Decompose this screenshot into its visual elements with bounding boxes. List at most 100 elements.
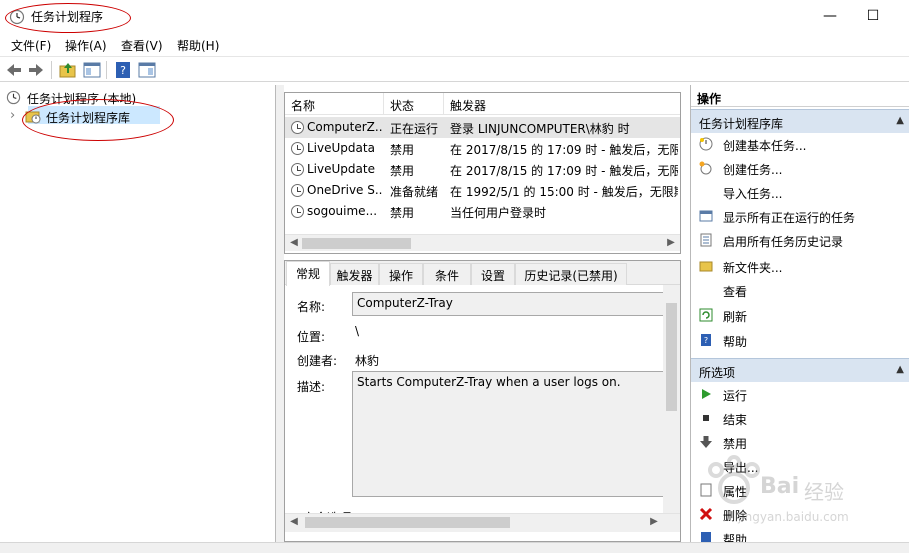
action-label: 帮助: [723, 335, 748, 349]
action-create-task[interactable]: 创建任务...: [691, 157, 909, 181]
action-label: 新文件夹...: [723, 261, 783, 275]
forward-arrow-icon[interactable]: [26, 60, 46, 80]
up-folder-icon[interactable]: [58, 60, 78, 80]
task-list-horizontal-scrollbar[interactable]: ◀ ▶: [285, 234, 680, 251]
action-label: 禁用: [723, 437, 748, 451]
detail-vertical-scrollbar[interactable]: [663, 285, 680, 519]
action-create-basic-task[interactable]: 创建基本任务...: [691, 133, 909, 157]
maximize-button[interactable]: ☐: [863, 6, 883, 26]
scrollbar-thumb[interactable]: [302, 238, 411, 249]
create-task-icon: [699, 161, 712, 175]
scroll-right-icon[interactable]: ▶: [664, 236, 678, 250]
author-label: 创建者:: [297, 354, 338, 368]
actions-section-selected[interactable]: 所选项 ▲: [691, 358, 909, 382]
action-help[interactable]: ? 帮助: [691, 329, 909, 353]
scroll-left-icon[interactable]: ◀: [287, 236, 301, 250]
watermark-brand: Bai: [760, 474, 800, 499]
run-icon: [702, 389, 711, 399]
disable-down-arrow-icon: [700, 436, 712, 448]
minimize-button[interactable]: —: [820, 6, 840, 26]
menu-view[interactable]: 查看(V): [121, 37, 163, 54]
create-basic-task-icon: [699, 137, 713, 151]
task-trigger: 登录 LINJUNCOMPUTER\林豹 时: [450, 122, 630, 136]
clock-icon: [6, 90, 21, 105]
tab-triggers[interactable]: 触发器: [330, 263, 379, 285]
watermark-brand-cn: 经验: [804, 480, 844, 504]
pane-splitter[interactable]: [276, 85, 284, 542]
scrollbar-thumb[interactable]: [305, 517, 510, 528]
help-icon[interactable]: ?: [113, 60, 133, 80]
location-value: \: [355, 324, 360, 338]
scrollbar-thumb[interactable]: [666, 303, 677, 411]
show-hide-console-icon[interactable]: [82, 60, 102, 80]
task-row[interactable]: OneDrive S... 准备就绪 在 1992/5/1 的 15:00 时 …: [285, 180, 680, 201]
folder-icon: [699, 261, 713, 272]
action-label: 导入任务...: [723, 187, 783, 201]
task-clock-icon: [291, 163, 304, 176]
task-trigger: 当任何用户登录时: [450, 206, 547, 220]
action-enable-history[interactable]: 启用所有任务历史记录: [691, 229, 909, 253]
task-name: sogouime...: [307, 204, 378, 218]
task-name: LiveUpdata: [307, 141, 375, 155]
action-display-running-tasks[interactable]: 显示所有正在运行的任务: [691, 205, 909, 229]
navigation-tree: 任务计划程序 (本地) › 任务计划程序库: [0, 85, 276, 542]
action-new-folder[interactable]: 新文件夹...: [691, 255, 909, 279]
toolbar: ?: [0, 56, 909, 82]
task-list: 名称 状态 触发器 ComputerZ... 正在运行 登录 LINJUNCOM…: [284, 92, 681, 254]
task-detail-pane: 常规 触发器 操作 条件 设置 历史记录(已禁用) 名称: ComputerZ-…: [284, 260, 681, 542]
title-bar: 任务计划程序 — ☐: [0, 0, 909, 33]
actions-section-library[interactable]: 任务计划程序库 ▲: [691, 109, 909, 133]
task-name: LiveUpdate: [307, 162, 375, 176]
action-import-task[interactable]: 导入任务...: [691, 181, 909, 205]
tab-conditions[interactable]: 条件: [423, 263, 471, 285]
task-row[interactable]: sogouime... 禁用 当任何用户登录时: [285, 201, 680, 222]
name-field[interactable]: ComputerZ-Tray: [352, 292, 664, 316]
scroll-left-icon[interactable]: ◀: [287, 515, 301, 529]
menu-file[interactable]: 文件(F): [11, 37, 51, 54]
section-label: 所选项: [699, 366, 736, 380]
task-scheduler-window: 任务计划程序 — ☐ 文件(F) 操作(A) 查看(V) 帮助(H) ? 任务计…: [0, 0, 909, 553]
history-icon: [700, 233, 712, 247]
action-run[interactable]: 运行: [691, 383, 909, 407]
location-label: 位置:: [297, 330, 326, 344]
show-hide-action-pane-icon[interactable]: [137, 60, 157, 80]
task-clock-icon: [291, 142, 304, 155]
task-list-header: 名称 状态 触发器: [285, 93, 680, 115]
expander-icon[interactable]: ›: [10, 108, 15, 123]
action-label: 创建基本任务...: [723, 139, 807, 153]
task-clock-icon: [291, 205, 304, 218]
action-view[interactable]: 查看: [691, 279, 909, 303]
description-label: 描述:: [297, 380, 326, 394]
scroll-right-icon[interactable]: ▶: [647, 515, 661, 529]
back-arrow-icon[interactable]: [4, 60, 24, 80]
detail-tabs: 常规 触发器 操作 条件 设置 历史记录(已禁用): [285, 261, 680, 286]
menu-help[interactable]: 帮助(H): [177, 37, 219, 54]
svg-text:?: ?: [704, 336, 708, 345]
action-label: 运行: [723, 389, 748, 403]
tab-general[interactable]: 常规: [286, 261, 330, 286]
tab-actions[interactable]: 操作: [379, 263, 423, 285]
task-row[interactable]: ComputerZ... 正在运行 登录 LINJUNCOMPUTER\林豹 时: [285, 117, 680, 138]
menu-bar: 文件(F) 操作(A) 查看(V) 帮助(H): [0, 33, 909, 55]
task-clock-icon: [291, 184, 304, 197]
task-status: 正在运行: [390, 122, 439, 136]
action-end[interactable]: 结束: [691, 407, 909, 431]
task-row[interactable]: LiveUpdata 禁用 在 2017/8/15 的 17:09 时 - 触发…: [285, 138, 680, 159]
action-refresh[interactable]: 刷新: [691, 304, 909, 328]
task-name: OneDrive S...: [307, 183, 383, 197]
tab-history[interactable]: 历史记录(已禁用): [515, 263, 627, 285]
column-header-name[interactable]: 名称: [285, 93, 384, 115]
detail-horizontal-scrollbar[interactable]: ◀ ▶: [285, 513, 680, 532]
task-row[interactable]: LiveUpdate 禁用 在 2017/8/15 的 17:09 时 - 触发…: [285, 159, 680, 180]
tab-settings[interactable]: 设置: [471, 263, 515, 285]
collapse-triangle-icon[interactable]: ▲: [896, 115, 904, 126]
menu-action[interactable]: 操作(A): [65, 37, 107, 54]
column-header-status[interactable]: 状态: [384, 93, 444, 115]
help-icon: [701, 532, 711, 542]
paw-logo-icon: [708, 455, 760, 504]
action-label: 刷新: [723, 310, 748, 324]
column-header-trigger[interactable]: 触发器: [444, 93, 680, 115]
help-icon: ?: [701, 334, 711, 346]
description-field[interactable]: Starts ComputerZ-Tray when a user logs o…: [352, 371, 664, 497]
collapse-triangle-icon[interactable]: ▲: [896, 364, 904, 375]
